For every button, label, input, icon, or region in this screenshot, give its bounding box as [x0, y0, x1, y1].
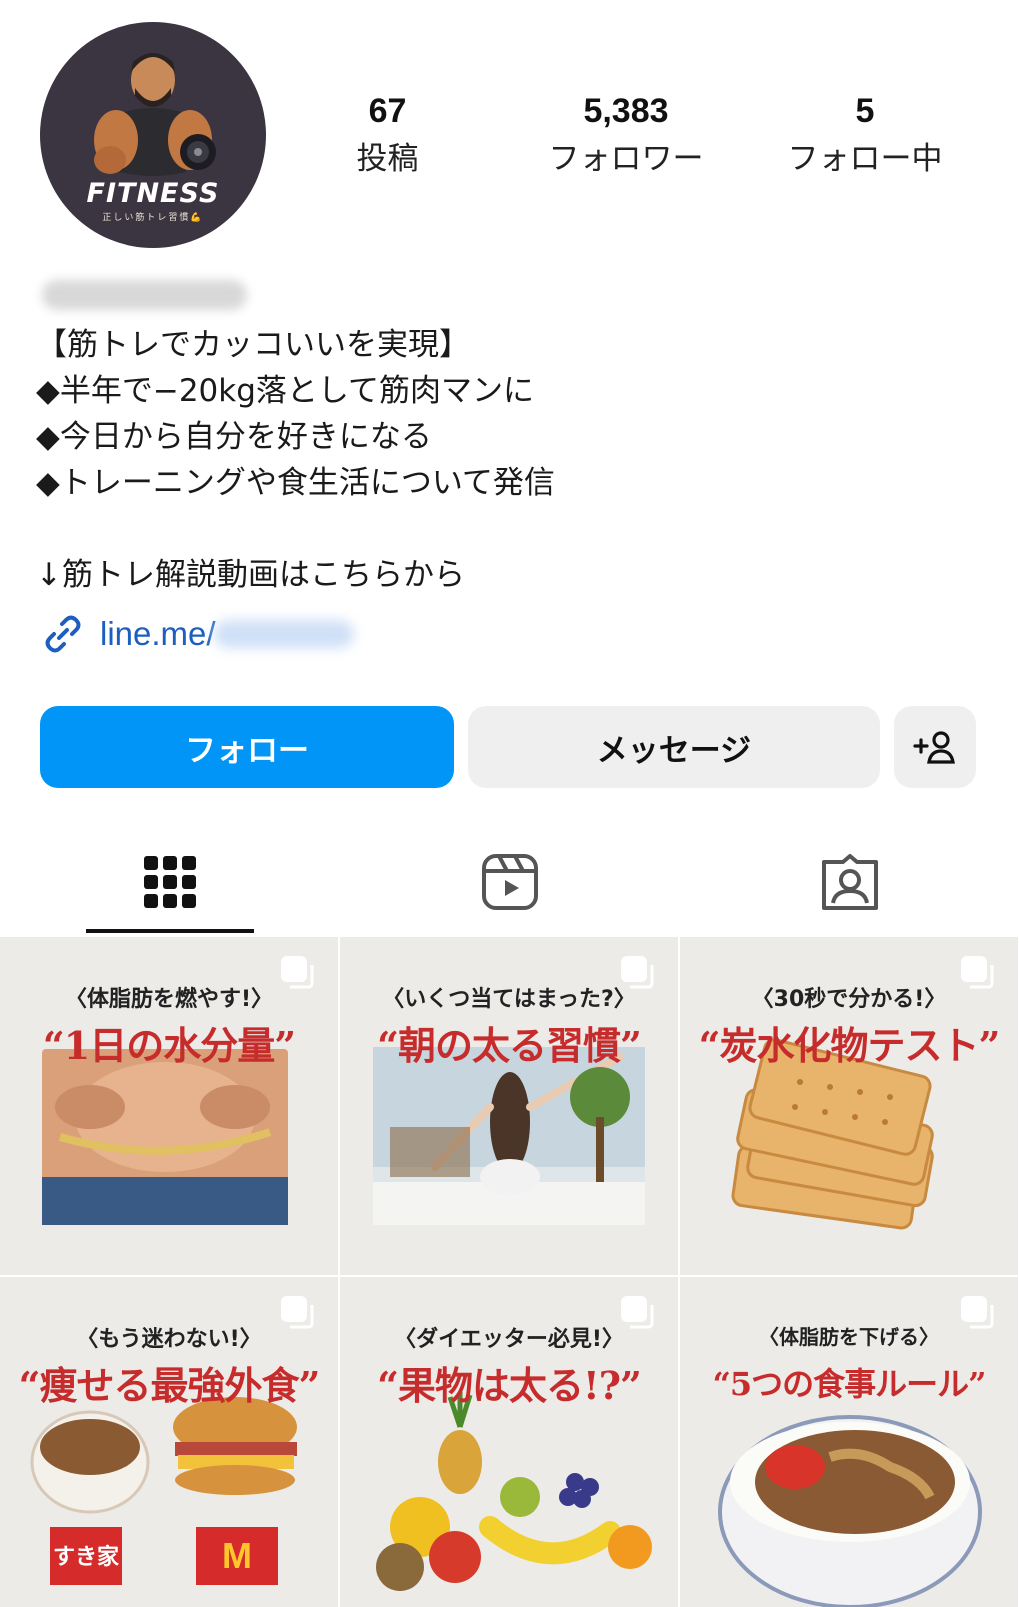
grid-post[interactable]: 〈体脂肪を下げる〉 “5つの食事ルール” [680, 1277, 1018, 1607]
carousel-icon [281, 1296, 314, 1329]
active-tab-indicator [86, 929, 254, 933]
carousel-icon [961, 956, 994, 989]
grid-post[interactable]: 〈いくつ当てはまった?〉 “朝の太る習慣” [340, 937, 678, 1275]
post-headline: “5つの食事ルール” [712, 1365, 986, 1403]
post-headline: “朝の太る習慣” [377, 1023, 642, 1068]
bio-line: 【筋トレでカッコいいを実現】 [36, 327, 470, 363]
grid-post[interactable]: 〈ダイエッター必見!〉 “果物は太る!?” [340, 1277, 678, 1607]
following-count-label: フォロー中 [787, 141, 943, 177]
followers-count-value: 5,383 [583, 92, 669, 130]
grid-post[interactable]: 〈30秒で分かる!〉 “炭水化物テスト” [680, 937, 1018, 1275]
follow-button[interactable]: フォロー [40, 706, 454, 788]
tab-tagged[interactable] [680, 830, 1019, 934]
add-person-icon [913, 731, 955, 764]
followers-count[interactable]: 5,383 フォロワー [520, 92, 732, 178]
link-icon [45, 615, 81, 653]
tab-posts-grid[interactable] [0, 830, 340, 934]
bio-line: ↓筋トレ解説動画はこちらから [36, 557, 465, 593]
suggested-users-button[interactable] [894, 706, 976, 788]
carousel-icon [621, 1296, 654, 1329]
sukiya-logo: すき家 [52, 1545, 119, 1570]
post-headline: “果物は太る!?” [377, 1363, 642, 1408]
post-headline: “炭水化物テスト” [698, 1023, 1001, 1068]
profile-tabs [0, 830, 1019, 934]
bio-link-text[interactable]: line.me/ [100, 615, 216, 653]
reels-icon [482, 854, 538, 910]
carousel-icon [961, 1296, 994, 1329]
posts-count[interactable]: 67 投稿 [320, 92, 455, 178]
bio-line: ◆今日から自分を好きになる [36, 419, 432, 455]
tab-reels[interactable] [340, 830, 680, 934]
posts-count-label: 投稿 [356, 141, 419, 177]
carousel-icon [281, 956, 314, 989]
bio-blank-line [36, 506, 986, 552]
bio-line: ◆半年で−20kg落として筋肉マンに [36, 373, 534, 409]
following-count-value: 5 [855, 92, 875, 130]
bio-line: ◆トレーニングや食生活について発信 [36, 465, 555, 501]
bio-link[interactable]: line.me/ [40, 612, 354, 656]
avatar-logo-text: FITNESS [86, 178, 220, 209]
followers-count-label: フォロワー [548, 141, 704, 177]
grid-icon [144, 856, 196, 908]
posts-count-value: 67 [368, 92, 407, 130]
profile-avatar[interactable]: FITNESS 正しい筋トレ習慣💪 [40, 22, 266, 248]
post-headline: “1日の水分量” [42, 1023, 296, 1068]
mcdonalds-logo: M [222, 1535, 252, 1576]
carousel-icon [621, 956, 654, 989]
post-headline: “痩せる最強外食” [18, 1363, 321, 1408]
grid-post[interactable]: 〈体脂肪を燃やす!〉 “1日の水分量” [0, 937, 338, 1275]
following-count[interactable]: 5 フォロー中 [770, 92, 960, 178]
message-button[interactable]: メッセージ [468, 706, 880, 788]
profile-name-redacted [42, 280, 247, 310]
grid-post[interactable]: 〈もう迷わない!〉 “痩せる最強外食” すき家 M [0, 1277, 338, 1607]
avatar-logo-subtext: 正しい筋トレ習慣💪 [102, 213, 204, 223]
profile-bio: 【筋トレでカッコいいを実現】 ◆半年で−20kg落として筋肉マンに ◆今日から自… [36, 322, 986, 598]
bio-link-redacted [213, 620, 354, 648]
tagged-icon [822, 854, 878, 910]
